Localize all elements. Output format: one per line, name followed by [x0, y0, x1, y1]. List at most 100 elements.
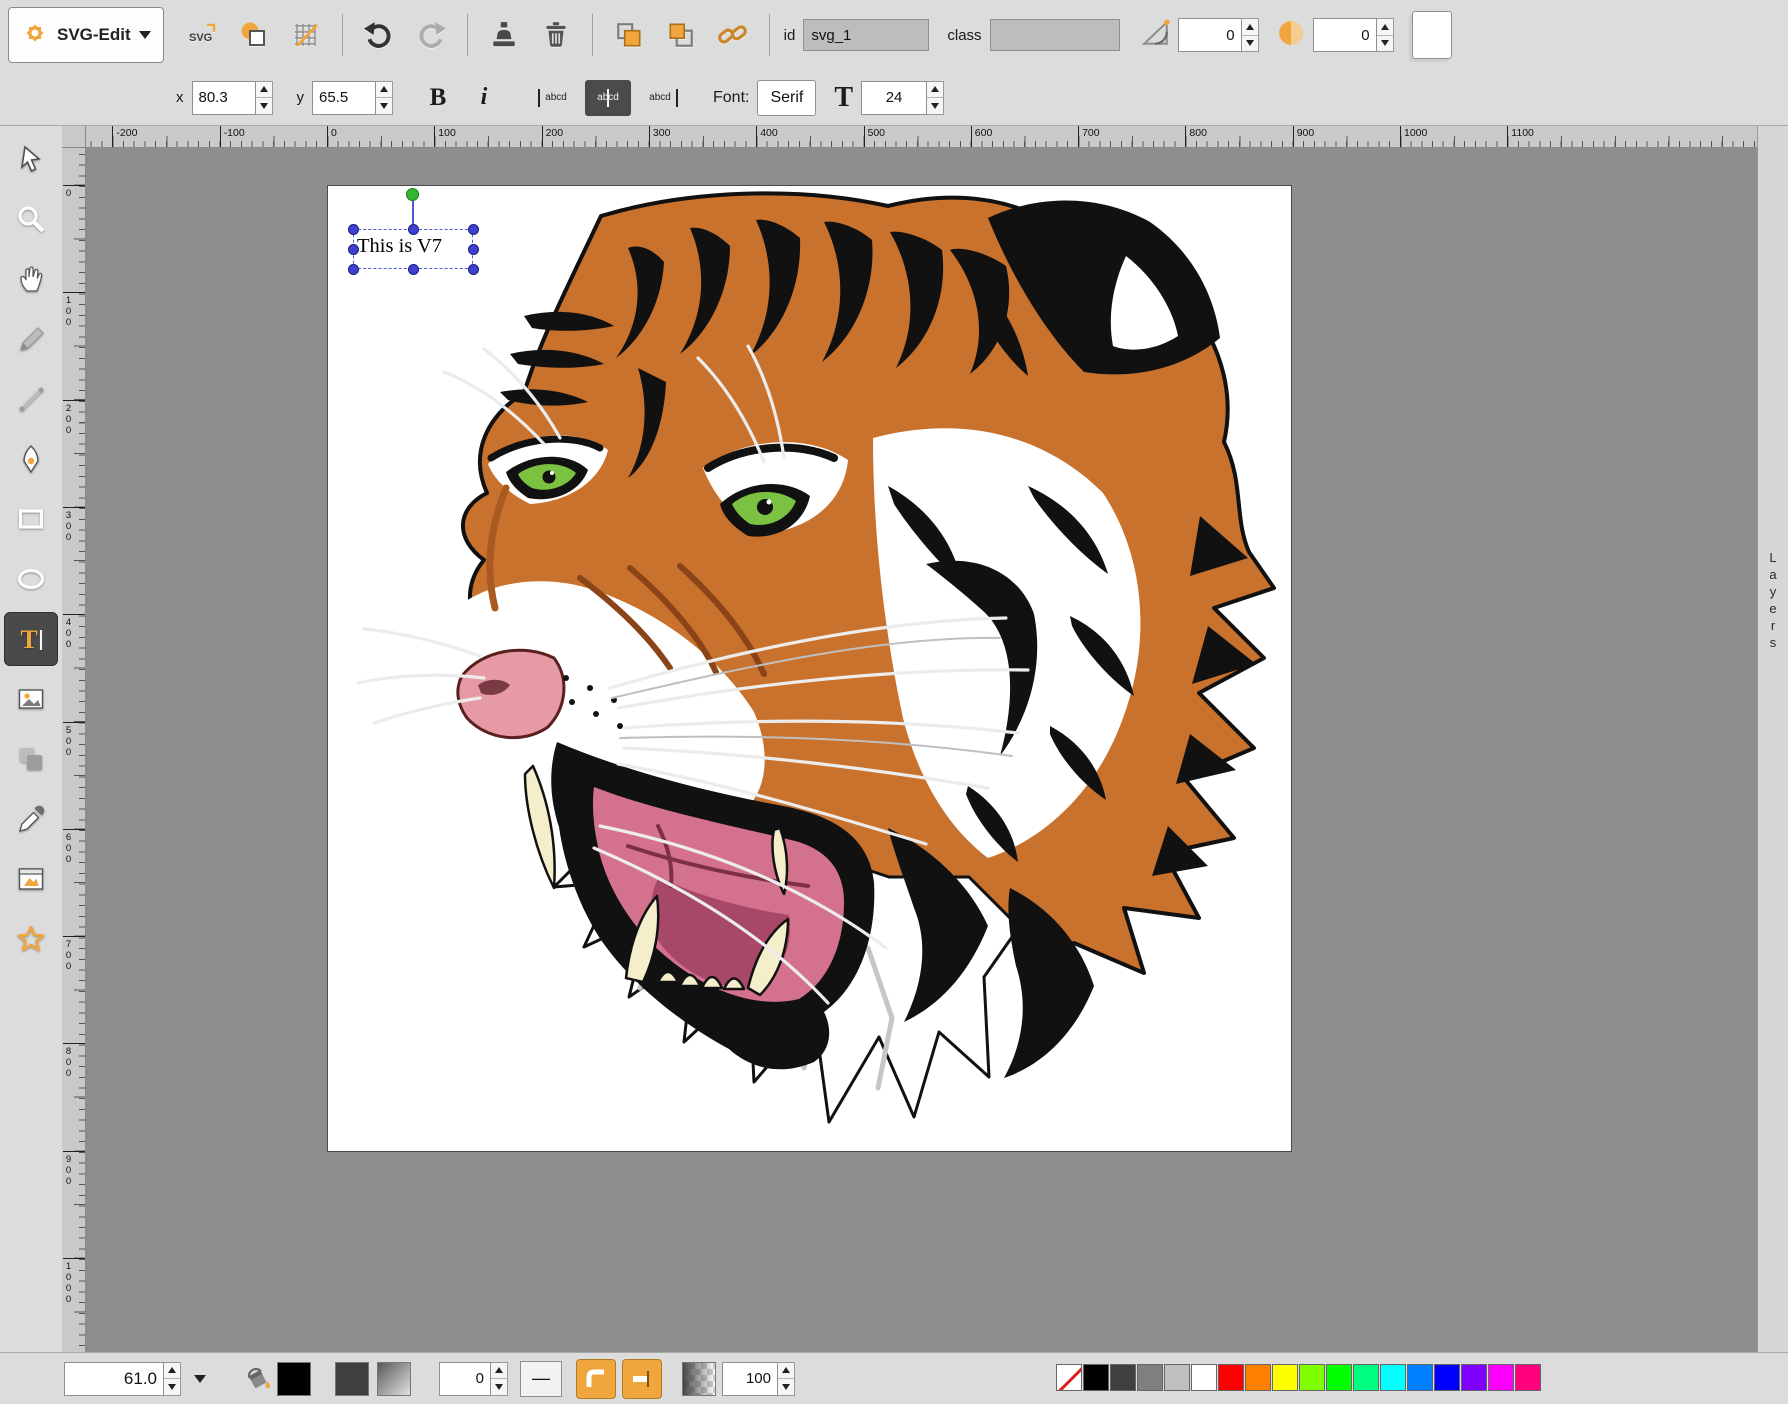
opacity-spinner[interactable]	[778, 1362, 795, 1396]
palette-swatch[interactable]	[1245, 1364, 1271, 1391]
palette-swatch[interactable]	[1434, 1364, 1460, 1391]
grid-settings-button[interactable]	[284, 13, 328, 57]
tool-rect[interactable]	[4, 492, 58, 546]
palette-swatch[interactable]	[1326, 1364, 1352, 1391]
delete-button[interactable]	[534, 13, 578, 57]
tool-star[interactable]	[4, 912, 58, 966]
palette-swatch[interactable]	[1191, 1364, 1217, 1391]
ruler-label: 0	[63, 185, 85, 199]
palette-swatch[interactable]	[1110, 1364, 1136, 1391]
tool-pan[interactable]	[4, 252, 58, 306]
italic-button[interactable]: i	[465, 79, 503, 117]
selection-handle-e[interactable]	[468, 244, 479, 255]
palette-swatch[interactable]	[1407, 1364, 1433, 1391]
stroke-linejoin-button[interactable]	[576, 1359, 616, 1399]
ruler-label: 700	[63, 936, 85, 972]
class-input[interactable]	[990, 19, 1120, 51]
link-button[interactable]	[711, 13, 755, 57]
palette-swatch[interactable]	[1299, 1364, 1325, 1391]
tool-line[interactable]	[4, 372, 58, 426]
font-size-spinner[interactable]	[927, 81, 944, 115]
editor-background-swatch[interactable]	[1412, 11, 1452, 59]
ruler-label: 500	[864, 126, 886, 148]
chevron-down-icon	[194, 1375, 206, 1383]
palette-swatch[interactable]	[1272, 1364, 1298, 1391]
tool-pencil[interactable]	[4, 312, 58, 366]
selection-handle-nw[interactable]	[348, 224, 359, 235]
selection-handle-n[interactable]	[408, 224, 419, 235]
palette-swatch[interactable]	[1380, 1364, 1406, 1391]
stroke-linecap-button[interactable]	[622, 1359, 662, 1399]
clone-stamp-button[interactable]	[482, 13, 526, 57]
tool-text[interactable]: T	[4, 612, 58, 666]
tool-path[interactable]	[4, 432, 58, 486]
selection-handle-se[interactable]	[468, 264, 479, 275]
palette-swatch[interactable]	[1083, 1364, 1109, 1391]
move-to-bottom-button[interactable]	[607, 13, 651, 57]
palette-swatch[interactable]	[1218, 1364, 1244, 1391]
move-to-top-button[interactable]	[659, 13, 703, 57]
text-anchor-end-button[interactable]: abcd	[637, 80, 683, 116]
palette-swatch[interactable]	[1137, 1364, 1163, 1391]
text-anchor-middle-button[interactable]: abcd	[585, 80, 631, 116]
x-input[interactable]	[192, 81, 256, 115]
palette-swatch[interactable]	[1164, 1364, 1190, 1391]
zoom-dropdown-button[interactable]	[181, 1360, 219, 1398]
toolbar-separator	[769, 14, 770, 56]
tool-zoom[interactable]	[4, 192, 58, 246]
stroke-width-spinner[interactable]	[491, 1362, 508, 1396]
zoom-spinner[interactable]	[164, 1362, 181, 1396]
font-size-input[interactable]	[861, 81, 927, 115]
selection-handle-sw[interactable]	[348, 264, 359, 275]
blur-spinner[interactable]	[1377, 18, 1394, 52]
svg-canvas[interactable]: This is V7	[327, 185, 1292, 1152]
stroke-dash-select[interactable]: —	[520, 1361, 562, 1397]
bold-button[interactable]: B	[419, 79, 457, 117]
opacity-input[interactable]	[722, 1362, 778, 1396]
selection-handle-ne[interactable]	[468, 224, 479, 235]
ruler-label: 200	[63, 400, 85, 436]
tool-shapes[interactable]	[4, 732, 58, 786]
main-menu-button[interactable]: SVG-Edit	[8, 7, 164, 63]
palette-swatch[interactable]	[1056, 1364, 1082, 1391]
redo-button[interactable]	[409, 13, 453, 57]
blur-input[interactable]	[1313, 18, 1377, 52]
tool-select[interactable]	[4, 132, 58, 186]
stroke-color-swatch[interactable]	[335, 1362, 369, 1396]
source-editor-button[interactable]: SVG	[180, 13, 224, 57]
angle-input[interactable]	[1178, 18, 1242, 52]
tool-library[interactable]	[4, 852, 58, 906]
layers-panel-tab[interactable]: Layers	[1757, 126, 1788, 1352]
fill-color-swatch[interactable]	[277, 1362, 311, 1396]
font-family-button[interactable]: Serif	[757, 80, 816, 116]
palette-swatch[interactable]	[1353, 1364, 1379, 1391]
text-anchor-start-button[interactable]: abcd	[533, 80, 579, 116]
ruler-label: 400	[756, 126, 778, 148]
rotate-handle[interactable]	[406, 188, 419, 201]
stroke-width-input[interactable]	[439, 1362, 491, 1396]
stroke-style-swatch[interactable]	[377, 1362, 411, 1396]
angle-spinner[interactable]	[1242, 18, 1259, 52]
tool-image[interactable]	[4, 672, 58, 726]
id-input[interactable]	[803, 19, 929, 51]
x-label: x	[176, 89, 184, 106]
zoom-input[interactable]	[64, 1362, 164, 1396]
y-spinner[interactable]	[376, 81, 393, 115]
palette-swatch[interactable]	[1515, 1364, 1541, 1391]
tiger-artwork[interactable]	[328, 186, 1291, 1151]
wireframe-toggle-button[interactable]	[232, 13, 276, 57]
y-input[interactable]	[312, 81, 376, 115]
ruler-label: 300	[649, 126, 671, 148]
palette-swatch[interactable]	[1461, 1364, 1487, 1391]
undo-button[interactable]	[357, 13, 401, 57]
tool-ellipse[interactable]	[4, 552, 58, 606]
tool-eyedropper[interactable]	[4, 792, 58, 846]
ruler-label: 100	[63, 292, 85, 328]
canvas-scroll-area[interactable]: This is V7	[86, 148, 1757, 1352]
selection-handle-s[interactable]	[408, 264, 419, 275]
ruler-label: 900	[63, 1151, 85, 1187]
color-palette	[1056, 1364, 1542, 1391]
selection-handle-w[interactable]	[348, 244, 359, 255]
palette-swatch[interactable]	[1488, 1364, 1514, 1391]
x-spinner[interactable]	[256, 81, 273, 115]
